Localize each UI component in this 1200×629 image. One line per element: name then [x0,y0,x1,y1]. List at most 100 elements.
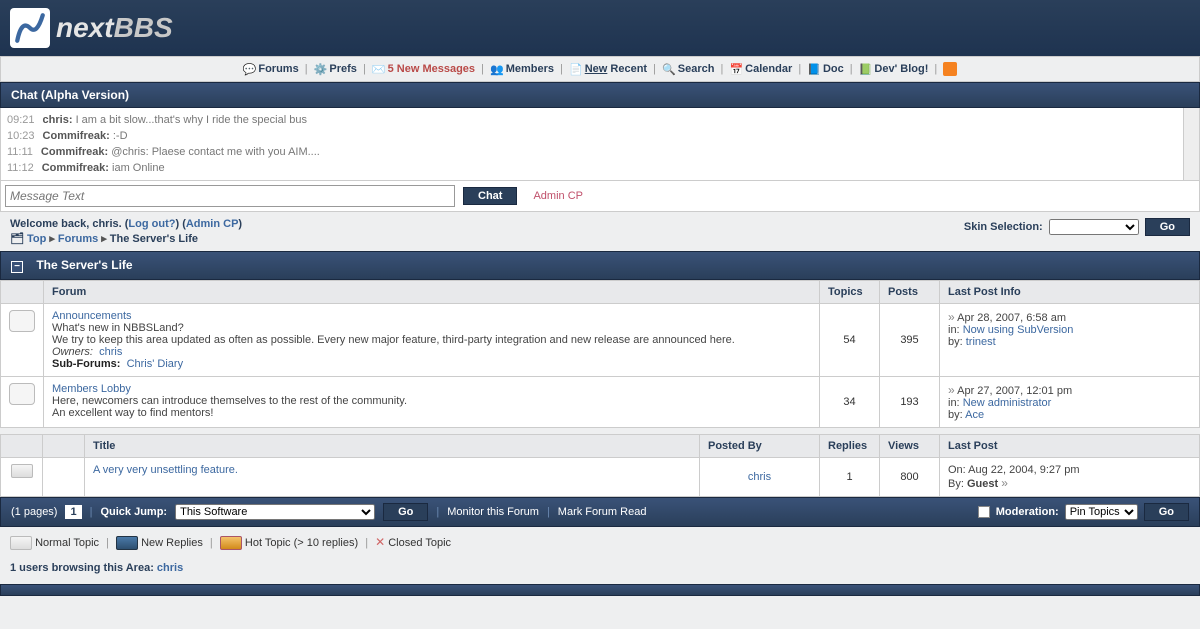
nav-recent[interactable]: Recent [610,63,647,75]
hot-topic-icon [220,536,242,550]
nav-doc[interactable]: Doc [823,63,844,75]
skin-select[interactable] [1049,219,1139,235]
monitor-forum[interactable]: Monitor this Forum [447,506,539,518]
legend-normal: Normal Topic [35,537,99,549]
th-forum: Forum [44,281,820,304]
calendar-icon: 📅 [729,63,743,76]
nav-forums[interactable]: Forums [258,63,298,75]
skin-go-button[interactable]: Go [1145,218,1190,236]
quickjump-select[interactable]: This Software [175,504,375,520]
doc-icon: 📘 [807,63,821,76]
quickjump-go[interactable]: Go [383,503,428,521]
topics-table: Title Posted By Replies Views Last Post … [0,434,1200,497]
logout-link[interactable]: Log out? [128,218,175,230]
nav-members[interactable]: Members [506,63,554,75]
lastpost-topic[interactable]: Now using SubVersion [963,324,1074,336]
th-postedby: Posted By [700,435,820,458]
skin-label: Skin Selection: [964,221,1043,233]
subforum-link[interactable]: Chris' Diary [127,358,184,370]
closed-icon: ✕ [375,535,385,549]
nav-search[interactable]: Search [678,63,715,75]
collapse-icon[interactable]: − [11,261,23,273]
th-posts: Posts [880,281,940,304]
th-topics: Topics [820,281,880,304]
lastpost-user[interactable]: Ace [965,409,984,421]
chat-header: Chat (Alpha Version) [0,82,1200,108]
th-views: Views [880,435,940,458]
breadcrumb-current: The Server's Life [110,233,198,245]
th-title: Title [85,435,700,458]
chat-body: 09:21chris: I am a bit slow...that's why… [0,108,1200,181]
nav-new[interactable]: New [585,63,608,75]
forum-icon [9,310,35,332]
welcome-user: chris [92,218,118,230]
browsing-user[interactable]: chris [157,562,183,574]
moderation-go[interactable]: Go [1144,503,1189,521]
messages-icon: ✉️ [372,63,386,76]
forum-link[interactable]: Announcements [52,310,132,322]
search-icon: 🔍 [662,63,676,76]
rss-icon[interactable] [943,62,957,76]
members-icon: 👥 [490,63,504,76]
legend-new: New Replies [141,537,203,549]
breadcrumb-forums[interactable]: Forums [58,233,98,245]
moderation-checkbox[interactable] [978,506,990,518]
mark-read[interactable]: Mark Forum Read [558,506,647,518]
legend: Normal Topic | New Replies | Hot Topic (… [0,527,1200,558]
moderation-label: Moderation: [996,506,1059,518]
pager-bar: (1 pages) 1 | Quick Jump: This Software … [0,497,1200,527]
forum-link[interactable]: Members Lobby [52,383,131,395]
new-icon: 📄 [569,63,583,76]
breadcrumb-top[interactable]: Top [27,233,46,245]
nav-prefs[interactable]: Prefs [329,63,357,75]
nav-messages[interactable]: 5 New Messages [388,63,475,75]
topic-row: A very very unsettling feature.chris1800… [1,458,1200,497]
chat-admin-cp[interactable]: Admin CP [533,190,583,202]
moderation-select[interactable]: Pin Topics [1065,504,1138,520]
normal-topic-icon [10,536,32,550]
logo[interactable]: nextBBS [10,8,1190,48]
navbar: 💬Forums | ⚙️Prefs | ✉️5 New Messages | 👥… [0,56,1200,82]
topic-link[interactable]: A very very unsettling feature. [93,464,238,476]
header: nextBBS [0,0,1200,56]
chat-line: 11:11Commifreak: @chris: Plaese contact … [7,144,1193,160]
chat-input-row: Chat Admin CP [0,181,1200,212]
forum-row: AnnouncementsWhat's new in NBBSLand?We t… [1,304,1200,377]
topic-status-icon [11,464,33,478]
category-title: The Server's Life [36,258,132,272]
pages-count: (1 pages) [11,506,57,518]
lastpost-user[interactable]: trinest [966,336,996,348]
welcome-prefix: Welcome back, [10,218,92,230]
th-lastpost2: Last Post [940,435,1200,458]
devblog-icon: 📗 [859,63,873,76]
logo-icon [10,8,50,48]
chat-input[interactable] [5,185,455,207]
chat-line: 09:21chris: I am a bit slow...that's why… [7,112,1193,128]
new-replies-icon [116,536,138,550]
forums-table: Forum Topics Posts Last Post Info Announ… [0,280,1200,428]
prefs-icon: ⚙️ [314,63,328,76]
forum-row: Members LobbyHere, newcomers can introdu… [1,377,1200,428]
forums-icon: 💬 [243,63,257,76]
browsing-text: 1 users browsing this Area: [10,562,154,574]
chat-scrollbar[interactable] [1183,108,1199,180]
th-replies: Replies [820,435,880,458]
legend-hot: Hot Topic (> 10 replies) [245,537,358,549]
forum-owner[interactable]: chris [99,346,122,358]
th-lastpost: Last Post Info [940,281,1200,304]
browsing-row: 1 users browsing this Area: chris [0,558,1200,584]
forum-icon [9,383,35,405]
chat-send-button[interactable]: Chat [463,187,517,205]
chat-line: 10:23Commifreak: :-D [7,128,1193,144]
quickjump-label: Quick Jump: [100,506,167,518]
lastpost-topic[interactable]: New administrator [963,397,1052,409]
footer-bar [0,584,1200,596]
topic-author[interactable]: chris [748,471,771,483]
skin-selection: Skin Selection: Go [964,218,1190,236]
welcome-row: Welcome back, chris. (Log out?) (Admin C… [0,212,1200,247]
nav-devblog[interactable]: Dev' Blog! [874,63,928,75]
admincp-link[interactable]: Admin CP [186,218,239,230]
nav-calendar[interactable]: Calendar [745,63,792,75]
legend-closed: Closed Topic [388,537,451,549]
category-header: − The Server's Life [0,251,1200,280]
